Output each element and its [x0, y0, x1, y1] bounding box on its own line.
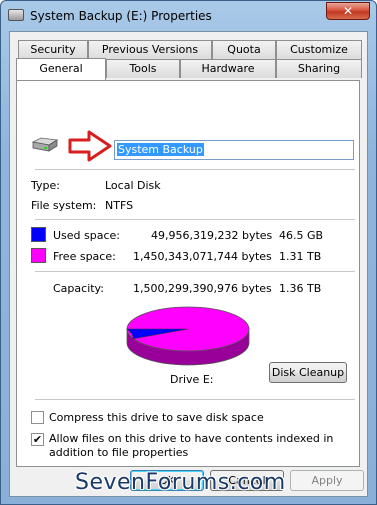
disk-usage-pie: [126, 306, 250, 366]
index-label: Allow files on this drive to have conten…: [49, 432, 334, 459]
free-space-label: Free space:: [53, 250, 116, 263]
capacity-label: Capacity:: [53, 282, 104, 295]
free-space-size: 1.31 TB: [279, 250, 322, 263]
properties-window: System Backup (E:) Properties ✕ Security…: [0, 0, 377, 505]
type-label: Type:: [31, 179, 60, 192]
apply-button[interactable]: Apply: [290, 470, 364, 491]
used-space-swatch: [31, 227, 46, 242]
drive-name-value: System Backup: [117, 143, 204, 156]
hard-drive-icon: [31, 137, 59, 152]
red-arrow-icon: [68, 130, 112, 162]
window-title: System Backup (E:) Properties: [30, 9, 212, 23]
compress-checkbox[interactable]: [31, 411, 44, 424]
used-space-bytes: 49,956,319,232 bytes: [151, 229, 273, 242]
tab-tools[interactable]: Tools: [106, 59, 180, 78]
divider: [35, 399, 355, 400]
watermark: SevenForums.com: [75, 470, 286, 495]
used-space-size: 46.5 GB: [279, 229, 324, 242]
divider: [35, 169, 355, 170]
divider: [35, 271, 355, 272]
disk-cleanup-button[interactable]: Disk Cleanup: [269, 362, 347, 383]
divider: [35, 219, 355, 220]
free-space-swatch: [31, 248, 46, 263]
drive-letter-label: Drive E:: [170, 373, 214, 386]
capacity-bytes: 1,500,299,390,976 bytes: [133, 282, 272, 295]
tab-general[interactable]: General: [16, 58, 106, 80]
close-button[interactable]: ✕: [326, 2, 370, 20]
filesystem-value: NTFS: [105, 199, 134, 212]
title-bar[interactable]: System Backup (E:) Properties ✕: [1, 1, 376, 31]
tab-sharing[interactable]: Sharing: [276, 59, 362, 78]
tab-quota[interactable]: Quota: [212, 40, 276, 59]
drive-icon: [8, 9, 24, 21]
filesystem-label: File system:: [31, 199, 97, 212]
used-space-label: Used space:: [53, 229, 121, 242]
free-space-bytes: 1,450,343,071,744 bytes: [133, 250, 272, 263]
drive-name-field[interactable]: System Backup: [114, 140, 354, 160]
tab-security[interactable]: Security: [18, 40, 88, 59]
tab-customize[interactable]: Customize: [276, 40, 362, 59]
general-panel: System Backup Type: Local Disk File syst…: [16, 80, 360, 467]
tab-previous-versions[interactable]: Previous Versions: [88, 40, 212, 59]
capacity-size: 1.36 TB: [279, 282, 322, 295]
compress-label: Compress this drive to save disk space: [49, 411, 264, 424]
tab-hardware[interactable]: Hardware: [180, 59, 276, 78]
index-checkbox[interactable]: ✔: [31, 433, 44, 446]
type-value: Local Disk: [105, 179, 161, 192]
dialog-body: Security Previous Versions Quota Customi…: [9, 31, 368, 497]
